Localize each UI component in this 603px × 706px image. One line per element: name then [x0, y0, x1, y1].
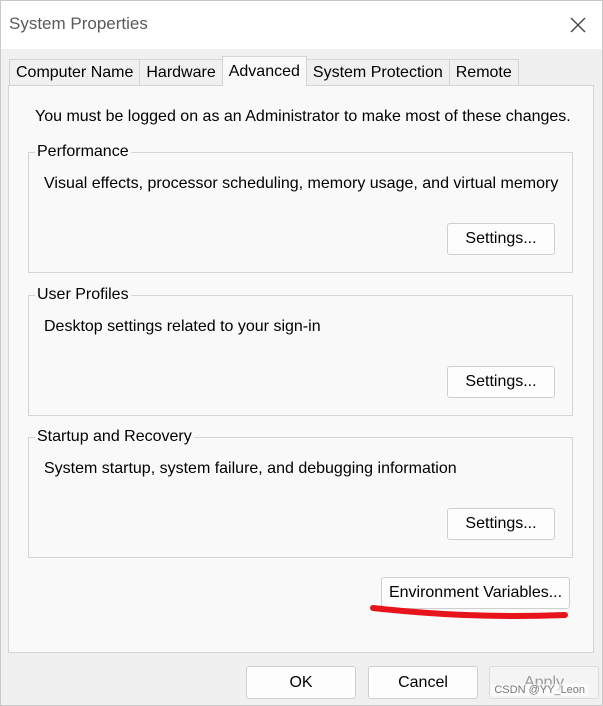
user-profiles-group-title: User Profiles	[35, 286, 131, 304]
system-properties-window: System Properties Computer Name Hardware…	[0, 0, 603, 706]
apply-button[interactable]: Apply	[489, 666, 599, 699]
user-profiles-settings-button[interactable]: Settings...	[447, 366, 555, 398]
tab-hardware[interactable]: Hardware	[139, 59, 223, 85]
advanced-tab-panel: You must be logged on as an Administrato…	[8, 85, 594, 653]
startup-recovery-description: System startup, system failure, and debu…	[44, 460, 457, 477]
tab-advanced[interactable]: Advanced	[221, 56, 307, 86]
ok-button[interactable]: OK	[246, 666, 356, 699]
tab-computer-name[interactable]: Computer Name	[9, 59, 141, 85]
window-title: System Properties	[9, 14, 148, 33]
tab-system-protection[interactable]: System Protection	[305, 59, 450, 85]
startup-recovery-settings-button[interactable]: Settings...	[447, 508, 555, 540]
tab-strip: Computer Name Hardware Advanced System P…	[9, 56, 519, 86]
performance-description: Visual effects, processor scheduling, me…	[44, 175, 559, 192]
startup-recovery-group-title: Startup and Recovery	[35, 428, 194, 446]
close-button[interactable]	[558, 7, 598, 43]
close-icon	[570, 17, 586, 33]
cancel-button[interactable]: Cancel	[368, 666, 478, 699]
performance-settings-button[interactable]: Settings...	[447, 223, 555, 255]
tab-remote[interactable]: Remote	[448, 59, 519, 85]
startup-recovery-group: Startup and Recovery System startup, sys…	[28, 428, 573, 558]
title-bar: System Properties	[1, 1, 602, 49]
user-profiles-group: User Profiles Desktop settings related t…	[28, 286, 573, 416]
user-profiles-description: Desktop settings related to your sign-in	[44, 318, 321, 335]
performance-group: Performance Visual effects, processor sc…	[28, 143, 573, 273]
admin-note: You must be logged on as an Administrato…	[35, 108, 571, 125]
performance-group-title: Performance	[35, 143, 131, 161]
environment-variables-button[interactable]: Environment Variables...	[381, 577, 570, 609]
